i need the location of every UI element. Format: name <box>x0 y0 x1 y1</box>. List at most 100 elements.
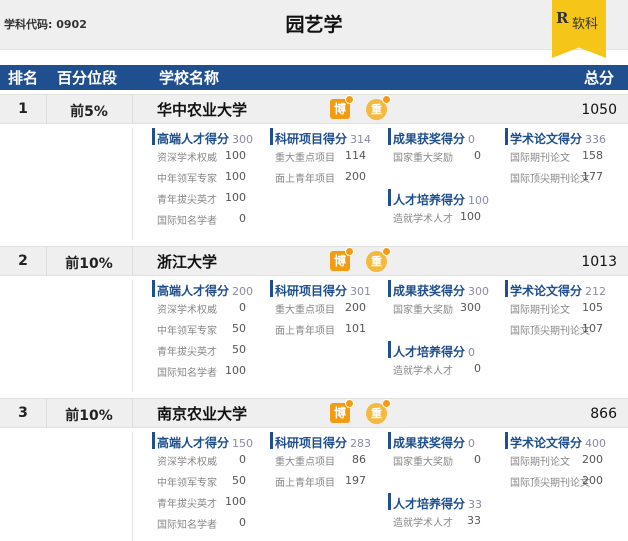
talent-score-block: 高端人才得分 300 资深学术权威 100 中年领军专家 100 青年拔尖英才 100 国际知名… <box>152 128 253 229</box>
school-detail: 高端人才得分 150 资深学术权威 0 中年领军专家 50 青年拔尖英才 100 国际知名学者 0… <box>0 432 628 541</box>
metric-item: 国际期刊论文 158 <box>505 145 603 166</box>
metric-item: 造就学术人才 0 <box>388 358 481 379</box>
metric-label: 国际知名学者 <box>157 216 217 227</box>
header-rank[interactable]: 排名 <box>8 67 38 88</box>
paper-score-label: 学术论文得分 <box>510 132 583 146</box>
metric-item: 国际期刊论文 200 <box>505 449 603 470</box>
training-score-header[interactable]: 人才培养得分 100 <box>388 189 489 207</box>
research-score-label: 科研项目得分 <box>275 132 348 146</box>
research-score-header[interactable]: 科研项目得分 301 <box>270 280 371 298</box>
metric-value: 158 <box>582 149 603 162</box>
award-score-block: 成果获奖得分 0 国家重大奖励 0 <box>388 128 481 166</box>
metric-label: 国际期刊论文 <box>510 457 570 468</box>
metric-value: 200 <box>582 453 603 466</box>
key-discipline-badge-icon[interactable]: 重 <box>366 399 391 424</box>
metric-value: 100 <box>460 210 481 223</box>
award-score-block: 成果获奖得分 300 国家重大奖励 300 <box>388 280 489 318</box>
talent-score-header[interactable]: 高端人才得分 300 <box>152 128 253 146</box>
key-discipline-badge-icon[interactable]: 重 <box>366 247 391 272</box>
metric-label: 造就学术人才 <box>393 518 453 529</box>
metric-item: 国际顶尖期刊论文 107 <box>505 318 603 339</box>
metric-value: 200 <box>345 170 366 183</box>
metric-value: 100 <box>225 191 246 204</box>
metric-label: 造就学术人才 <box>393 366 453 377</box>
award-score-header[interactable]: 成果获奖得分 0 <box>388 432 481 450</box>
research-score-header[interactable]: 科研项目得分 314 <box>270 128 371 146</box>
metric-label: 国家重大奖励 <box>393 153 453 164</box>
award-score-header[interactable]: 成果获奖得分 300 <box>388 280 489 298</box>
metric-item: 国家重大奖励 0 <box>388 449 481 470</box>
metric-item: 资深学术权威 100 <box>152 145 246 166</box>
doctoral-badge-icon[interactable]: 博 <box>330 95 354 119</box>
metric-label: 面上青年项目 <box>275 478 335 489</box>
metric-value: 100 <box>225 364 246 377</box>
column-divider <box>132 280 133 392</box>
training-score-block: 人才培养得分 0 造就学术人才 0 <box>388 341 481 379</box>
metric-label: 中年领军专家 <box>157 326 217 337</box>
school-name[interactable]: 南京农业大学 <box>157 403 247 424</box>
metric-value: 300 <box>460 301 481 314</box>
metric-item: 资深学术权威 0 <box>152 449 246 470</box>
metric-label: 国际知名学者 <box>157 520 217 531</box>
school-row[interactable]: 1 前5% 华中农业大学 博重 1050 <box>0 94 628 124</box>
metric-label: 面上青年项目 <box>275 174 335 185</box>
training-score-label: 人才培养得分 <box>393 193 466 207</box>
training-score-label: 人才培养得分 <box>393 345 466 359</box>
metric-label: 重大重点项目 <box>275 457 335 468</box>
school-row[interactable]: 3 前10% 南京农业大学 博重 866 <box>0 398 628 428</box>
school-row[interactable]: 2 前10% 浙江大学 博重 1013 <box>0 246 628 276</box>
metric-label: 重大重点项目 <box>275 305 335 316</box>
metric-item: 青年拔尖英才 100 <box>152 491 246 512</box>
metric-label: 青年拔尖英才 <box>157 195 217 206</box>
metric-item: 中年领军专家 50 <box>152 318 246 339</box>
doctoral-badge-icon[interactable]: 博 <box>330 399 354 423</box>
metric-value: 107 <box>582 322 603 335</box>
table-header: 排名 百分位段 学校名称 总分 <box>0 65 628 90</box>
school-name[interactable]: 浙江大学 <box>157 251 217 272</box>
header-percentile[interactable]: 百分位段 <box>57 67 117 88</box>
metric-value: 197 <box>345 474 366 487</box>
research-score-header[interactable]: 科研项目得分 283 <box>270 432 371 450</box>
brand-text: 软科 <box>572 17 599 32</box>
metric-item: 国际知名学者 0 <box>152 512 246 533</box>
metric-label: 面上青年项目 <box>275 326 335 337</box>
paper-score-label: 学术论文得分 <box>510 284 583 298</box>
metric-value: 101 <box>345 322 366 335</box>
metric-label: 国际顶尖期刊论文 <box>510 326 590 337</box>
talent-score-header[interactable]: 高端人才得分 200 <box>152 280 253 298</box>
header-school[interactable]: 学校名称 <box>159 67 219 88</box>
training-score-block: 人才培养得分 33 造就学术人才 33 <box>388 493 482 531</box>
metric-item: 国际期刊论文 105 <box>505 297 603 318</box>
header-total[interactable]: 总分 <box>584 67 614 88</box>
paper-score-header[interactable]: 学术论文得分 336 <box>505 128 606 146</box>
badge-dot-icon <box>382 247 391 256</box>
paper-score-header[interactable]: 学术论文得分 212 <box>505 280 606 298</box>
paper-score-label: 学术论文得分 <box>510 436 583 450</box>
training-score-header[interactable]: 人才培养得分 0 <box>388 341 481 359</box>
award-score-header[interactable]: 成果获奖得分 0 <box>388 128 481 146</box>
metric-label: 国际顶尖期刊论文 <box>510 174 590 185</box>
school-name[interactable]: 华中农业大学 <box>157 99 247 120</box>
paper-score-header[interactable]: 学术论文得分 400 <box>505 432 606 450</box>
school-total: 1013 <box>581 254 617 270</box>
talent-score-header[interactable]: 高端人才得分 150 <box>152 432 253 450</box>
paper-score-block: 学术论文得分 336 国际期刊论文 158 国际顶尖期刊论文 177 <box>505 128 606 187</box>
award-score-block: 成果获奖得分 0 国家重大奖励 0 <box>388 432 481 470</box>
badge-dot-icon <box>345 247 354 256</box>
metric-item: 国际知名学者 100 <box>152 360 246 381</box>
column-divider <box>132 95 133 124</box>
doctoral-badge-icon[interactable]: 博 <box>330 247 354 271</box>
metric-value: 0 <box>239 301 246 314</box>
metric-value: 200 <box>345 301 366 314</box>
metric-value: 50 <box>232 322 246 335</box>
metric-item: 青年拔尖英才 50 <box>152 339 246 360</box>
research-score-block: 科研项目得分 283 重大重点项目 86 面上青年项目 197 <box>270 432 371 491</box>
column-divider <box>132 247 133 276</box>
training-score-header[interactable]: 人才培养得分 33 <box>388 493 482 511</box>
school-percentile: 前5% <box>70 104 108 120</box>
metric-value: 50 <box>232 343 246 356</box>
school-total: 866 <box>590 406 617 422</box>
metric-label: 资深学术权威 <box>157 153 217 164</box>
metric-item: 面上青年项目 200 <box>270 166 366 187</box>
key-discipline-badge-icon[interactable]: 重 <box>366 95 391 120</box>
